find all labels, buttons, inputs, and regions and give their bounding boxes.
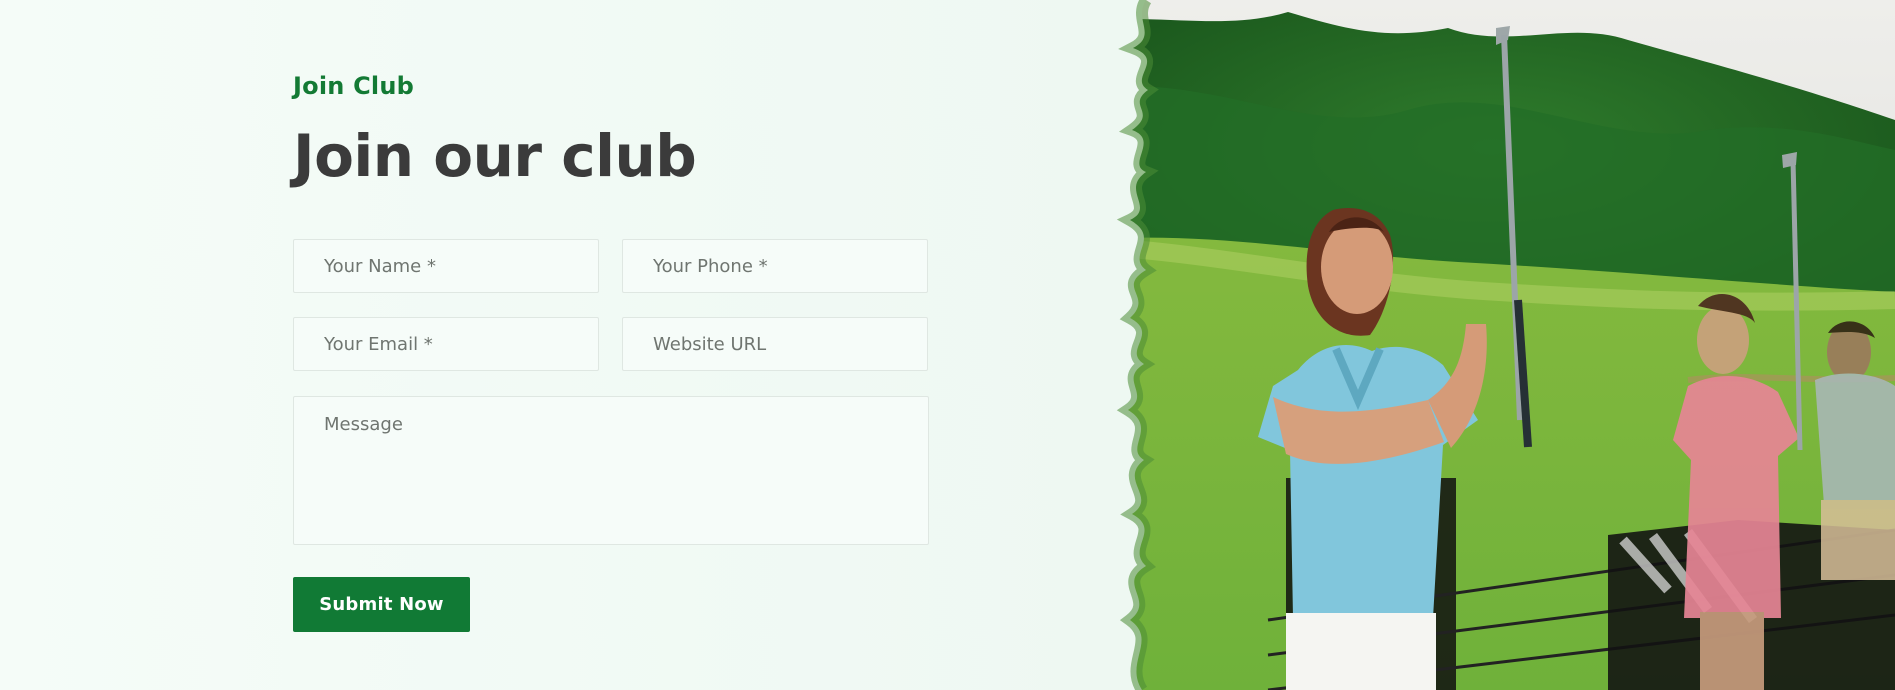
join-club-form: Join Club Join our club Your Name * Your… (293, 70, 929, 632)
submit-button[interactable]: Submit Now (293, 577, 470, 632)
page-title: Join our club (293, 122, 697, 190)
golf-players-photo (1088, 0, 1895, 690)
form-row-name-phone: Your Name * Your Phone * (293, 239, 929, 293)
email-placeholder: Your Email * (324, 333, 433, 355)
website-placeholder: Website URL (653, 333, 767, 355)
section-eyebrow: Join Club (293, 72, 414, 100)
message-textarea[interactable]: Message (293, 396, 929, 545)
phone-input[interactable]: Your Phone * (622, 239, 928, 293)
email-input[interactable]: Your Email * (293, 317, 599, 371)
contact-section: Join Club Join our club Your Name * Your… (0, 0, 1140, 690)
golf-photo (1088, 0, 1895, 690)
name-placeholder: Your Name * (324, 255, 436, 277)
name-input[interactable]: Your Name * (293, 239, 599, 293)
website-input[interactable]: Website URL (622, 317, 928, 371)
message-placeholder: Message (324, 414, 403, 435)
form-row-email-website: Your Email * Website URL (293, 317, 929, 371)
phone-placeholder: Your Phone * (653, 255, 768, 277)
